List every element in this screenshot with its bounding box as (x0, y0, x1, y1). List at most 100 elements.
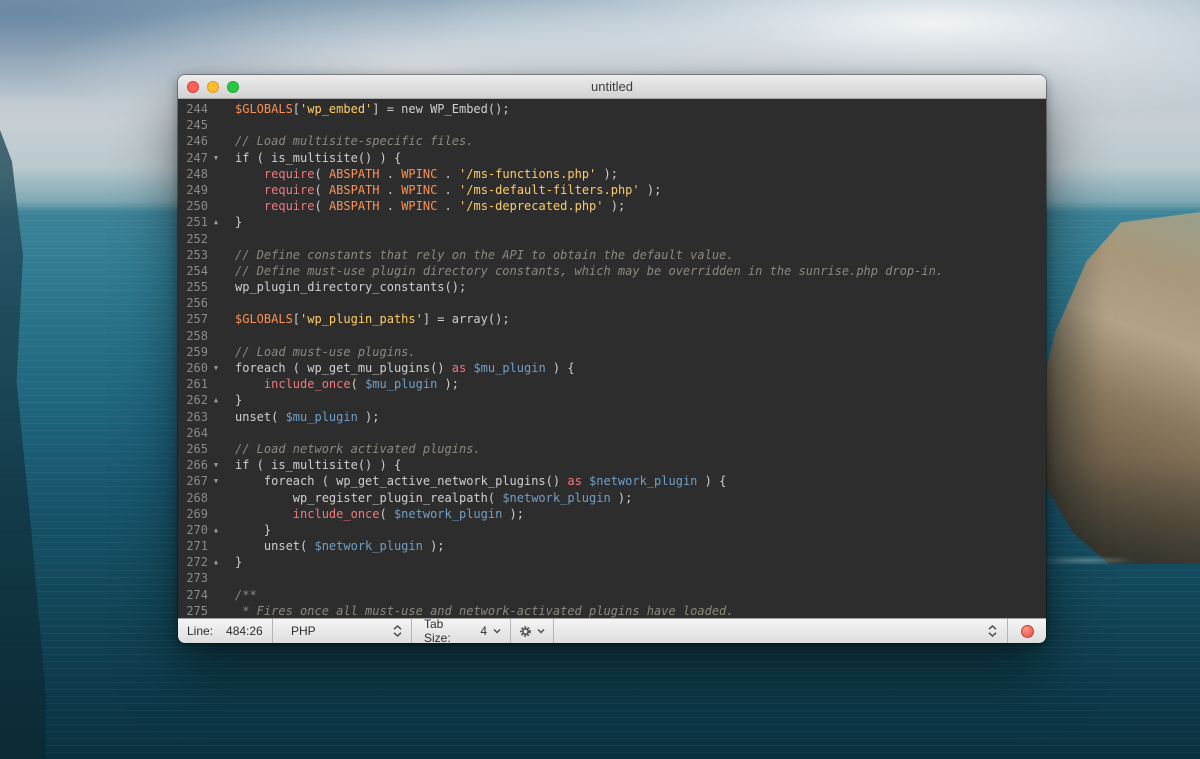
line-label: Line: (187, 624, 214, 638)
code-text[interactable]: wp_register_plugin_realpath( $network_pl… (235, 490, 633, 506)
language-popup[interactable]: PHP (273, 624, 411, 638)
line-number: 246 (186, 134, 208, 149)
code-text[interactable]: if ( is_multisite() ) { (235, 150, 401, 166)
line-number: 245 (186, 118, 208, 133)
fold-up-icon[interactable]: ▲ (208, 214, 224, 230)
code-text[interactable]: /** (235, 587, 257, 603)
code-line: 273 (178, 570, 1046, 586)
window-title: untitled (591, 79, 633, 94)
line-number: 263 (186, 409, 208, 424)
editor-window: untitled 244 $GLOBALS['wp_embed'] = new W… (178, 75, 1046, 643)
symbol-popup[interactable] (554, 625, 1007, 637)
code-text[interactable]: if ( is_multisite() ) { (235, 457, 401, 473)
chevron-down-icon (537, 628, 545, 634)
modified-indicator[interactable] (1020, 624, 1034, 638)
caret-position-group: Line: 484:26 (178, 624, 272, 638)
line-number: 258 (186, 328, 208, 343)
code-text[interactable]: foreach ( wp_get_active_network_plugins(… (235, 473, 726, 489)
code-line: 250 require( ABSPATH . WPINC . '/ms-depr… (178, 198, 1046, 214)
fold-down-icon[interactable]: ▼ (208, 150, 224, 166)
code-text[interactable]: unset( $mu_plugin ); (235, 409, 380, 425)
code-text[interactable]: } (235, 522, 271, 538)
code-line: 270 ▲ } (178, 522, 1046, 538)
code-editor[interactable]: 244 $GLOBALS['wp_embed'] = new WP_Embed()… (178, 99, 1046, 618)
code-text[interactable]: include_once( $mu_plugin ); (235, 376, 459, 392)
fold-up-icon[interactable]: ▲ (208, 522, 224, 538)
zoom-button[interactable] (227, 80, 239, 93)
code-text[interactable]: require( ABSPATH . WPINC . '/ms-deprecat… (235, 198, 625, 214)
code-line: 251 ▲} (178, 214, 1046, 230)
fold-down-icon[interactable]: ▼ (208, 473, 224, 489)
fold-up-icon[interactable]: ▲ (208, 392, 224, 408)
chevron-updown-icon (393, 625, 402, 637)
code-text[interactable]: // Load network activated plugins. (235, 441, 481, 457)
line-number: 255 (186, 280, 208, 295)
code-line: 252 (178, 231, 1046, 247)
code-text[interactable]: // Load multisite-specific files. (235, 133, 473, 149)
code-lines: 244 $GLOBALS['wp_embed'] = new WP_Embed()… (178, 101, 1046, 618)
line-number: 271 (186, 539, 208, 554)
code-line: 263 unset( $mu_plugin ); (178, 409, 1046, 425)
line-number: 248 (186, 166, 208, 181)
code-text[interactable]: $GLOBALS['wp_plugin_paths'] = array(); (235, 311, 510, 327)
code-text[interactable]: } (235, 392, 242, 408)
code-line: 257 $GLOBALS['wp_plugin_paths'] = array()… (178, 311, 1046, 327)
gear-icon (519, 625, 532, 638)
code-line: 253 // Define constants that rely on the … (178, 247, 1046, 263)
code-text[interactable]: // Define must-use plugin directory cons… (235, 263, 943, 279)
line-number: 272 (186, 555, 208, 570)
close-button[interactable] (187, 80, 199, 93)
code-line: 271 unset( $network_plugin ); (178, 538, 1046, 554)
line-number: 269 (186, 506, 208, 521)
code-line: 269 include_once( $network_plugin ); (178, 506, 1046, 522)
caret-position-value[interactable]: 484:26 (226, 624, 263, 638)
code-line: 272 ▲} (178, 554, 1046, 570)
code-line: 260 ▼ foreach ( wp_get_mu_plugins() as $mu… (178, 360, 1046, 376)
window-titlebar[interactable]: untitled (178, 75, 1046, 99)
line-number: 252 (186, 231, 208, 246)
code-text[interactable]: foreach ( wp_get_mu_plugins() as $mu_plu… (235, 360, 575, 376)
fold-up-icon[interactable]: ▲ (208, 554, 224, 570)
code-text[interactable]: // Load must-use plugins. (235, 344, 416, 360)
code-line: 266 ▼ if ( is_multisite() ) { (178, 457, 1046, 473)
code-text[interactable]: $GLOBALS['wp_embed'] = new WP_Embed(); (235, 101, 510, 117)
code-line: 249 require( ABSPATH . WPINC . '/ms-defa… (178, 182, 1046, 198)
code-text[interactable]: wp_plugin_directory_constants(); (235, 279, 466, 295)
actions-menu-button[interactable] (511, 625, 553, 638)
code-text[interactable]: // Define constants that rely on the API… (235, 247, 734, 263)
tab-size-popup[interactable]: Tab Size: 4 (412, 617, 510, 643)
fold-down-icon[interactable]: ▼ (208, 360, 224, 376)
code-text[interactable]: } (235, 554, 242, 570)
code-line: 255 wp_plugin_directory_constants(); (178, 279, 1046, 295)
code-text[interactable]: } (235, 214, 242, 230)
code-text[interactable]: require( ABSPATH . WPINC . '/ms-function… (235, 166, 618, 182)
code-line: 248 require( ABSPATH . WPINC . '/ms-func… (178, 166, 1046, 182)
fold-down-icon[interactable]: ▼ (208, 457, 224, 473)
code-line: 268 wp_register_plugin_realpath( $networ… (178, 490, 1046, 506)
code-text[interactable]: * Fires once all must-use and network-ac… (235, 603, 733, 618)
line-number: 256 (186, 296, 208, 311)
minimize-button[interactable] (207, 80, 219, 93)
code-line: 264 (178, 425, 1046, 441)
code-line: 262 ▲} (178, 392, 1046, 408)
status-bar: Line: 484:26 PHP Tab Size: 4 (178, 617, 1046, 643)
code-text[interactable]: unset( $network_plugin ); (235, 538, 445, 554)
code-text[interactable]: require( ABSPATH . WPINC . '/ms-default-… (235, 182, 661, 198)
code-text[interactable]: include_once( $network_plugin ); (235, 506, 524, 522)
line-number: 262 (186, 393, 208, 408)
